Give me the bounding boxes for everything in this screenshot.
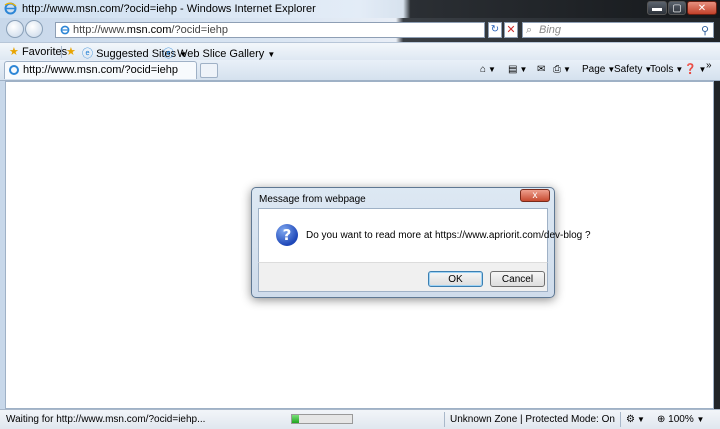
browser-window: http://www.msn.com/?ocid=iehp - Windows … bbox=[0, 0, 720, 429]
refresh-icon: ↻ bbox=[490, 24, 500, 35]
tools-menu[interactable]: Tools ▼ bbox=[650, 64, 683, 75]
read-mail-button[interactable]: ✉ bbox=[537, 64, 545, 75]
stop-button[interactable]: ✕ bbox=[504, 22, 518, 38]
help-icon: ❓ bbox=[684, 64, 697, 75]
home-button[interactable]: ⌂ ▼ bbox=[480, 64, 496, 75]
favorites-button[interactable]: ★ Favorites bbox=[9, 45, 67, 58]
dialog-footer: OK Cancel bbox=[258, 262, 548, 292]
pop-up-blocker-button[interactable]: ⚙ ▼ bbox=[626, 414, 645, 425]
search-provider-icon: ⌕ bbox=[526, 24, 533, 36]
divider bbox=[61, 46, 62, 58]
dialog-close-button[interactable]: x bbox=[520, 189, 550, 202]
star-icon: ★ bbox=[9, 46, 19, 58]
search-box[interactable]: ⌕ Bing ⚲ bbox=[522, 22, 714, 38]
printer-icon: ⎙ bbox=[553, 64, 561, 75]
progress-fill bbox=[292, 415, 300, 423]
zoom-control[interactable]: ⊕ 100% ▼ bbox=[657, 414, 704, 425]
print-button[interactable]: ⎙ ▼ bbox=[553, 64, 571, 75]
status-text: Waiting for http://www.msn.com/?ocid=ieh… bbox=[6, 414, 206, 425]
shield-icon: ⚙ bbox=[626, 414, 635, 425]
maximize-icon: ▢ bbox=[672, 3, 682, 14]
forward-button[interactable] bbox=[25, 20, 43, 38]
navigation-bar: http://www.msn.com/?ocid=iehp ↻ ✕ ⌕ Bing… bbox=[0, 18, 720, 42]
divider bbox=[620, 412, 621, 427]
window-title: http://www.msn.com/?ocid=iehp - Windows … bbox=[22, 3, 316, 15]
message-dialog: Message from webpage x ? Do you want to … bbox=[251, 187, 591, 298]
safety-menu[interactable]: Safety ▼ bbox=[614, 64, 652, 75]
tab-title: http://www.msn.com/?ocid=iehp bbox=[23, 64, 178, 76]
loading-icon bbox=[9, 65, 19, 75]
stop-icon: ✕ bbox=[506, 24, 516, 36]
dialog-title: Message from webpage bbox=[259, 194, 366, 205]
back-button[interactable] bbox=[6, 20, 24, 38]
add-favorite-button[interactable]: ★ bbox=[66, 45, 76, 58]
status-bar: Waiting for http://www.msn.com/?ocid=ieh… bbox=[0, 409, 720, 429]
web-slice-gallery-link[interactable]: ⓔ Web Slice Gallery ▼ bbox=[163, 45, 275, 61]
progress-bar bbox=[291, 414, 353, 424]
address-text: http://www.msn.com/?ocid=iehp bbox=[73, 24, 228, 36]
minimize-icon: ▬ bbox=[652, 3, 662, 14]
search-icon[interactable]: ⚲ bbox=[701, 24, 709, 37]
ok-button[interactable]: OK bbox=[428, 271, 483, 287]
magnifier-icon: ⊕ bbox=[657, 414, 666, 425]
divider bbox=[444, 412, 445, 427]
favorites-bar: ★ Favorites ★ ⓔ Suggested Sites ▼ ⓔ Web … bbox=[0, 42, 720, 61]
more-commands-chevron[interactable]: » bbox=[706, 60, 712, 71]
help-button[interactable]: ❓ ▼ bbox=[684, 64, 706, 75]
title-bar: http://www.msn.com/?ocid=iehp - Windows … bbox=[0, 0, 720, 18]
refresh-button[interactable]: ↻ bbox=[488, 22, 502, 38]
tab-msn[interactable]: http://www.msn.com/?ocid=iehp bbox=[4, 61, 197, 79]
question-icon: ? bbox=[276, 224, 298, 246]
ie-logo-icon bbox=[4, 2, 17, 15]
tab-bar: http://www.msn.com/?ocid=iehp ⌂ ▼ ▤ ▼ ✉ ⎙ ▼… bbox=[0, 60, 720, 81]
dialog-message: Do you want to read more at https://www.… bbox=[306, 230, 591, 241]
new-tab-button[interactable] bbox=[200, 63, 218, 78]
search-placeholder: Bing bbox=[539, 24, 562, 36]
page-icon bbox=[60, 25, 70, 35]
home-icon: ⌂ bbox=[480, 64, 487, 75]
minimize-button[interactable]: ▬ bbox=[647, 1, 667, 15]
close-icon: x bbox=[532, 190, 538, 201]
page-menu[interactable]: Page ▼ bbox=[582, 64, 615, 75]
web-slice-icon: ⓔ bbox=[163, 48, 174, 60]
feeds-icon: ▤ bbox=[508, 64, 518, 75]
suggested-sites-icon: ⓔ bbox=[82, 48, 93, 60]
close-icon: ✕ bbox=[697, 3, 707, 14]
add-favorite-icon: ★ bbox=[66, 46, 76, 58]
maximize-button[interactable]: ▢ bbox=[668, 1, 686, 15]
cancel-button[interactable]: Cancel bbox=[490, 271, 545, 287]
dialog-body: ? Do you want to read more at https://ww… bbox=[258, 208, 591, 262]
close-window-button[interactable]: ✕ bbox=[687, 1, 717, 15]
mail-icon: ✉ bbox=[537, 64, 546, 75]
feeds-button[interactable]: ▤ ▼ bbox=[508, 64, 527, 75]
address-bar[interactable]: http://www.msn.com/?ocid=iehp bbox=[55, 22, 485, 38]
security-zone[interactable]: Unknown Zone | Protected Mode: On bbox=[450, 414, 615, 425]
